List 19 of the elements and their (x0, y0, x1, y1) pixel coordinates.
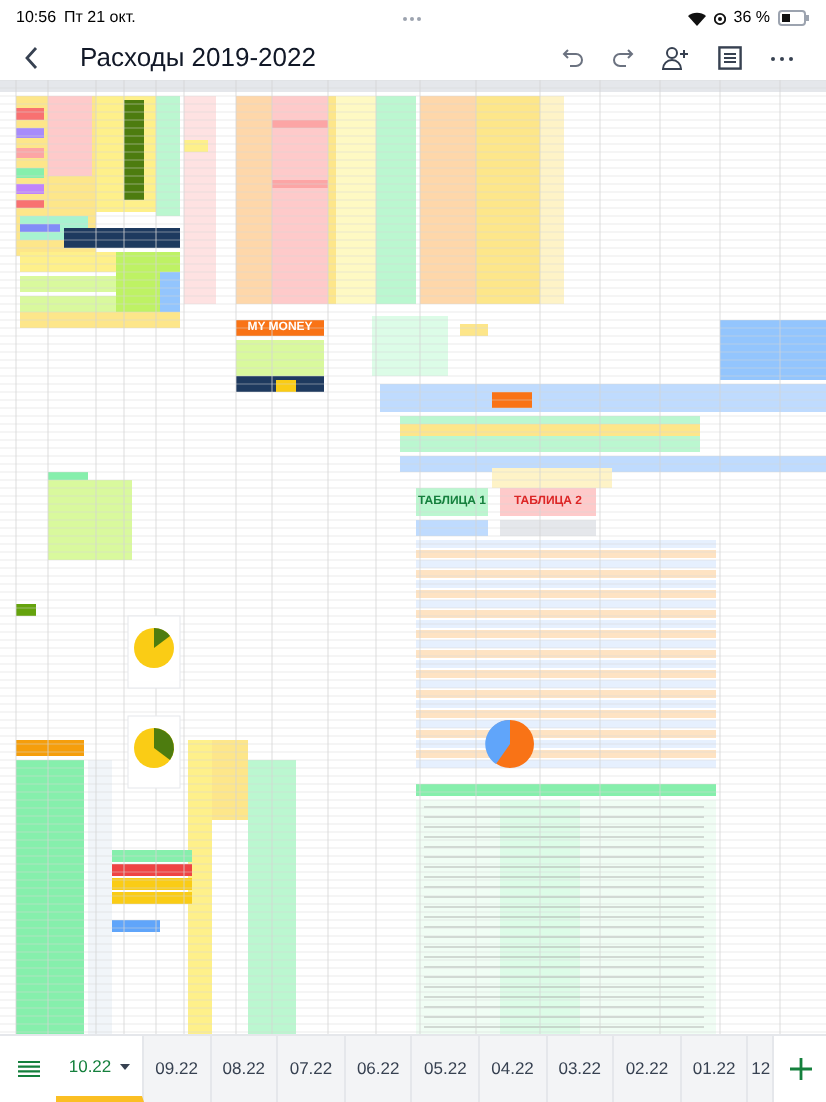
caret-icon (119, 1063, 130, 1069)
battery-icon (778, 10, 810, 26)
battery-percent: 36 % (733, 6, 770, 30)
menu-icon[interactable] (17, 1060, 39, 1078)
add-person-icon[interactable] (662, 46, 690, 70)
document-title: Расходы 2019-2022 (80, 40, 316, 77)
undo-icon[interactable] (562, 48, 584, 68)
add-sheet-icon[interactable] (789, 1058, 812, 1080)
redo-icon[interactable] (612, 48, 634, 68)
comment-icon[interactable] (718, 46, 742, 70)
status-time: 10:56 (16, 6, 57, 30)
multitasking-dots-icon (401, 15, 422, 21)
location-icon (713, 11, 726, 25)
sheet-tab[interactable]: 10.22 (56, 1036, 144, 1102)
sheet-tab[interactable]: 12 (748, 1036, 775, 1102)
wifi-icon (687, 11, 706, 25)
status-date: Пт 21 окт. (64, 6, 136, 30)
more-icon[interactable] (770, 55, 794, 61)
back-icon[interactable] (24, 46, 40, 70)
